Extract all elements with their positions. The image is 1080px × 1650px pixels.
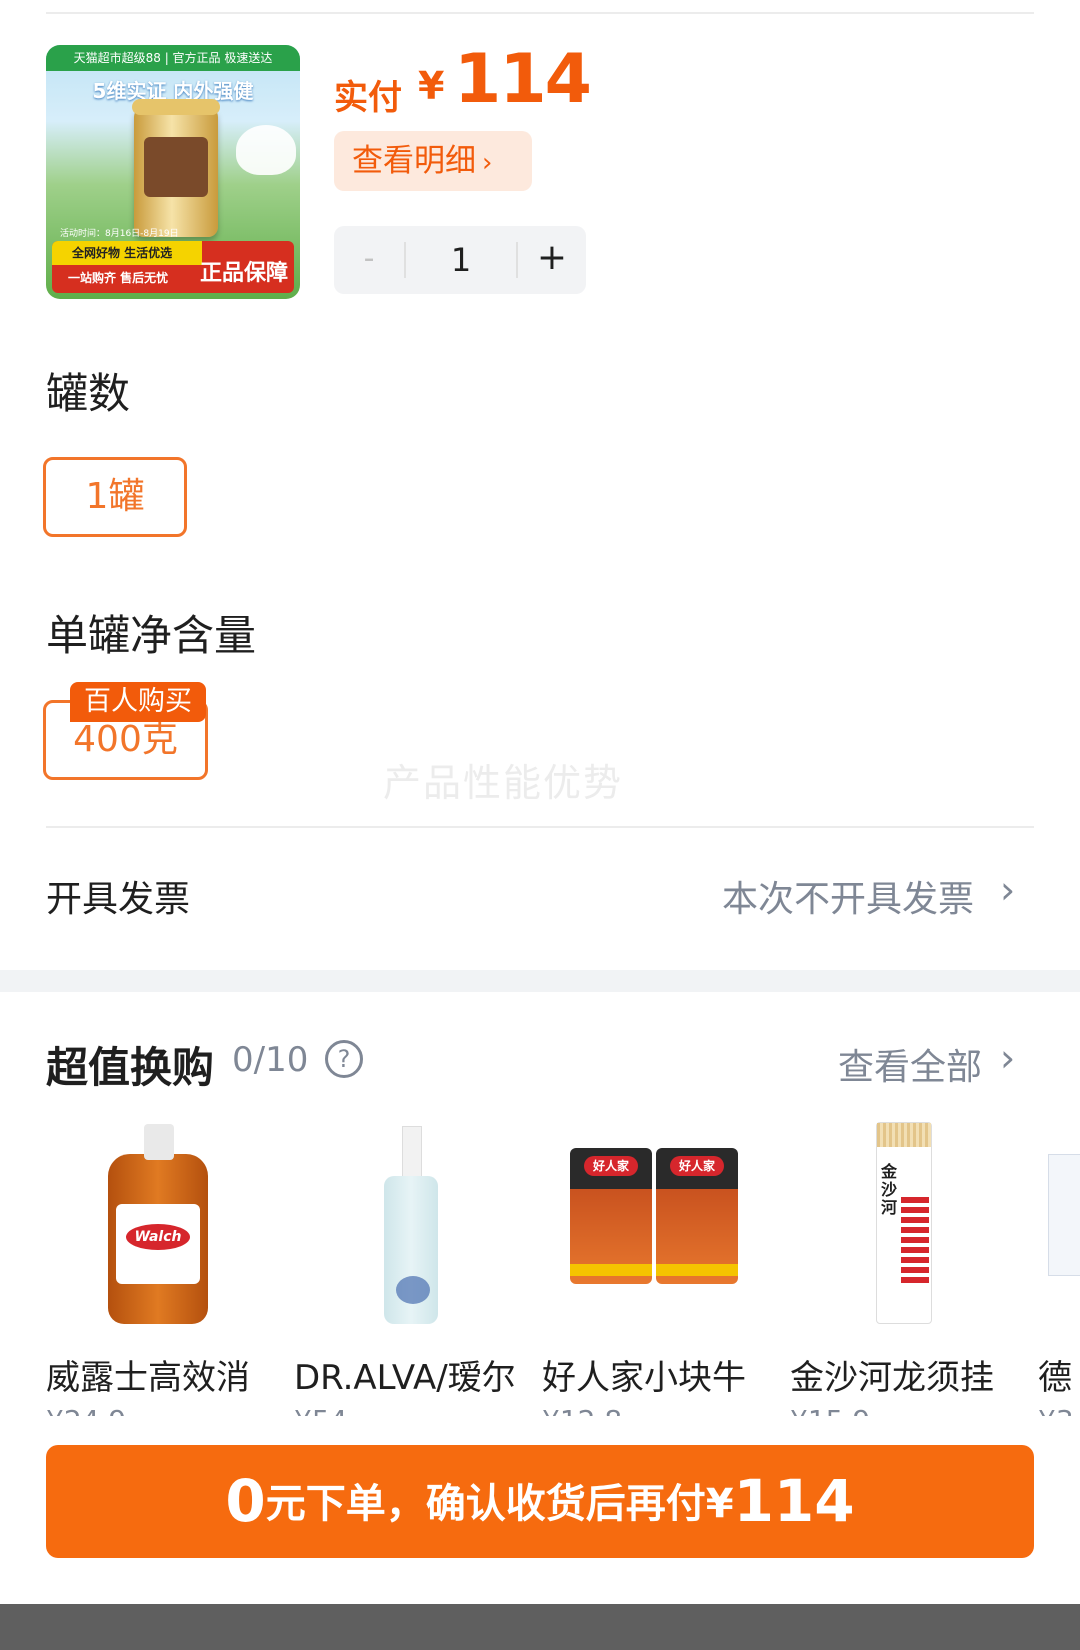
jinshahe-logo: 金沙河 bbox=[881, 1162, 898, 1217]
noodle-pack-graphic: 金沙河 bbox=[876, 1122, 932, 1324]
swap-item[interactable]: 好人家 好人家 好人家小块牛 ¥12.8 bbox=[542, 1114, 772, 1416]
option-chip-1-can[interactable]: 1罐 bbox=[43, 457, 187, 537]
view-detail-label: 查看明细 bbox=[352, 143, 476, 179]
swap-item-name: 德 bbox=[1038, 1358, 1072, 1398]
pay-label: 实付 bbox=[334, 78, 402, 118]
milk-can-graphic bbox=[132, 99, 220, 237]
cans-section-title: 罐数 bbox=[46, 369, 131, 418]
question-circle-icon[interactable]: ? bbox=[325, 1040, 363, 1078]
swap-item-image: 金沙河 bbox=[790, 1114, 1020, 1334]
invoice-row[interactable]: 开具发票 本次不开具发票 › bbox=[0, 862, 1080, 926]
swap-item[interactable]: 德 ¥3 bbox=[1038, 1114, 1080, 1416]
see-all-link[interactable]: 查看全部 bbox=[838, 1038, 982, 1090]
pay-currency: ¥ bbox=[418, 64, 445, 108]
place-order-button[interactable]: 0元下单，确认收货后再付¥114 bbox=[46, 1445, 1034, 1558]
quantity-value[interactable]: 1 bbox=[406, 226, 516, 294]
product-image[interactable]: 天猫超市超级88 | 官方正品 极速送达 5维实证 内外强健 活动时间：8月16… bbox=[46, 45, 300, 299]
chevron-right-icon[interactable]: › bbox=[1000, 1036, 1015, 1080]
top-divider bbox=[46, 12, 1034, 14]
product-image-banner: 天猫超市超级88 | 官方正品 极速送达 bbox=[46, 45, 300, 71]
cta-zero: 0 bbox=[225, 1467, 266, 1535]
pay-amount: 114 bbox=[454, 40, 592, 119]
swap-item[interactable]: Walch 威露士高效消 ¥24.9 bbox=[46, 1114, 276, 1416]
haorenjia-logo: 好人家 bbox=[670, 1156, 724, 1176]
swap-item-name: 金沙河龙须挂 bbox=[790, 1358, 994, 1398]
swap-item-name: 好人家小块牛 bbox=[542, 1358, 746, 1398]
popular-badge: 百人购买 bbox=[70, 682, 206, 722]
swap-item-price: ¥24.9 bbox=[46, 1404, 126, 1416]
decrease-button[interactable]: - bbox=[334, 226, 404, 294]
haorenjia-logo: 好人家 bbox=[584, 1156, 638, 1176]
chevron-right-icon: › bbox=[482, 148, 493, 178]
swap-item-image: 好人家 好人家 bbox=[542, 1114, 772, 1334]
increase-button[interactable]: + bbox=[518, 226, 586, 294]
swap-item-price: ¥3 bbox=[1038, 1404, 1074, 1416]
swap-item-image bbox=[1038, 1114, 1080, 1334]
swap-item-price: ¥15.9 bbox=[790, 1404, 870, 1416]
cta-currency: ¥ bbox=[705, 1481, 734, 1527]
hotpot-base-pack-graphic: 好人家 好人家 bbox=[570, 1148, 738, 1284]
chevron-right-icon: › bbox=[1000, 868, 1016, 912]
product-image-footer: 全网好物 生活优选 一站购齐 售后无忧 正品保障 bbox=[52, 241, 294, 293]
watermark-text: 产品性能优势 bbox=[383, 761, 624, 805]
product-image-tag2: 一站购齐 售后无忧 bbox=[68, 271, 169, 285]
swap-section-title: 超值换购 bbox=[46, 1043, 215, 1092]
swap-item[interactable]: DR.ALVA/瑷尔 ¥54 bbox=[294, 1114, 524, 1416]
net-weight-section-title: 单罐净含量 bbox=[46, 611, 257, 660]
swap-item-image bbox=[294, 1114, 524, 1334]
swap-item-name: DR.ALVA/瑷尔 bbox=[294, 1358, 516, 1398]
invoice-label: 开具发票 bbox=[46, 879, 191, 920]
swap-item-price: ¥12.8 bbox=[542, 1404, 622, 1416]
cleanser-bottle-graphic bbox=[384, 1126, 438, 1324]
swap-item[interactable]: 金沙河 金沙河龙须挂 ¥15.9 bbox=[790, 1114, 1020, 1416]
section-separator-band bbox=[0, 970, 1080, 992]
milk-splash-graphic bbox=[236, 125, 296, 175]
product-image-tag1: 全网好物 生活优选 bbox=[52, 241, 202, 265]
view-detail-button[interactable]: 查看明细 › bbox=[334, 131, 532, 191]
swap-item-image: Walch bbox=[46, 1114, 276, 1334]
tissue-box-graphic bbox=[1048, 1154, 1080, 1276]
system-bottom-bar bbox=[0, 1604, 1080, 1650]
swap-count: 0/10 bbox=[232, 1040, 309, 1080]
cta-text: 元下单，确认收货后再付 bbox=[265, 1481, 706, 1527]
product-image-date: 活动时间：8月16日-8月19日 bbox=[60, 229, 179, 239]
swap-item-name: 威露士高效消 bbox=[46, 1358, 250, 1398]
section-divider bbox=[46, 826, 1034, 828]
product-image-guarantee: 正品保障 bbox=[199, 261, 288, 286]
invoice-value: 本次不开具发票 bbox=[722, 879, 975, 920]
cta-amount: 114 bbox=[733, 1467, 855, 1535]
disinfectant-bottle-graphic: Walch bbox=[108, 1124, 208, 1324]
walch-logo: Walch bbox=[126, 1224, 190, 1250]
quantity-stepper[interactable]: - 1 + bbox=[334, 226, 586, 294]
swap-item-price: ¥54 bbox=[294, 1404, 347, 1416]
